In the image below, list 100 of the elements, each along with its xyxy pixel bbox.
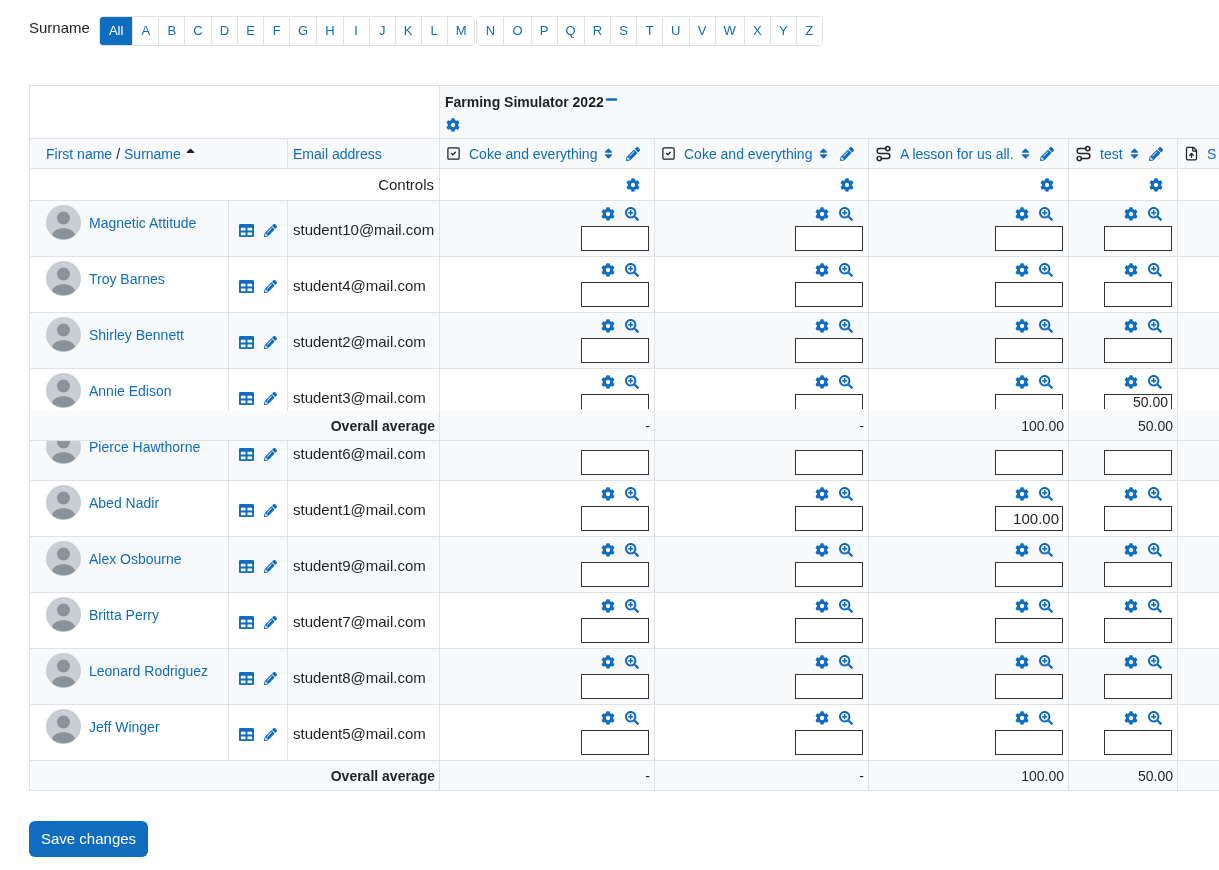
settings-icon[interactable] [815,711,829,725]
zoom-in-icon[interactable] [839,263,853,277]
grade-input[interactable]: 50.00 [1104,394,1172,409]
settings-icon[interactable] [446,118,460,132]
edit-icon[interactable] [264,727,277,741]
grades-table-icon[interactable] [239,726,254,742]
zoom-in-icon[interactable] [839,487,853,501]
grade-input[interactable] [581,394,649,409]
settings-icon[interactable] [626,177,640,192]
edit-icon[interactable] [264,391,277,405]
grade-input[interactable] [1104,618,1172,643]
grade-input[interactable] [795,506,863,531]
grade-input[interactable] [795,282,863,307]
email-sort-link[interactable]: Email address [293,143,382,164]
settings-icon[interactable] [1015,207,1029,221]
settings-icon[interactable] [1124,599,1138,613]
settings-icon[interactable] [1015,655,1029,669]
grade-input[interactable] [581,226,649,251]
grade-input[interactable] [995,394,1063,409]
grade-input[interactable] [995,730,1063,755]
grade-input[interactable] [995,450,1063,475]
edit-icon[interactable] [264,335,277,349]
grade-input[interactable] [1104,282,1172,307]
grade-input[interactable] [795,394,863,409]
zoom-in-icon[interactable] [839,655,853,669]
settings-icon[interactable] [601,543,615,557]
settings-icon[interactable] [1015,263,1029,277]
grade-input[interactable]: 100.00 [995,506,1063,531]
settings-icon[interactable] [1149,177,1163,192]
student-name-link[interactable]: Abed Nadir [89,493,160,513]
settings-icon[interactable] [815,543,829,557]
grades-table-icon[interactable] [239,278,254,294]
zoom-in-icon[interactable] [1039,263,1053,277]
grade-input[interactable] [1104,730,1172,755]
zoom-in-icon[interactable] [1148,263,1162,277]
settings-icon[interactable] [840,177,854,192]
settings-icon[interactable] [1124,655,1138,669]
zoom-in-icon[interactable] [1148,207,1162,221]
zoom-in-icon[interactable] [625,375,639,389]
first-name-sort-link[interactable]: First name [46,143,113,164]
settings-icon[interactable] [1015,711,1029,725]
grade-input[interactable] [581,450,649,475]
grade-item-link[interactable]: A lesson for us all. [900,143,1014,164]
zoom-in-icon[interactable] [625,655,639,669]
edit-icon[interactable] [840,146,854,161]
zoom-in-icon[interactable] [839,599,853,613]
settings-icon[interactable] [815,487,829,501]
grades-table-icon[interactable] [239,502,254,518]
settings-icon[interactable] [1124,207,1138,221]
zoom-in-icon[interactable] [1039,599,1053,613]
zoom-in-icon[interactable] [839,319,853,333]
grade-input[interactable] [795,226,863,251]
grade-item-link[interactable]: test [1100,143,1123,164]
settings-icon[interactable] [601,207,615,221]
grade-input[interactable] [1104,450,1172,475]
edit-icon[interactable] [264,671,277,685]
settings-icon[interactable] [815,655,829,669]
grade-input[interactable] [995,338,1063,363]
zoom-in-icon[interactable] [839,711,853,725]
grade-item-link[interactable]: Coke and everything [684,143,813,164]
grade-input[interactable] [1104,506,1172,531]
settings-icon[interactable] [601,319,615,333]
settings-icon[interactable] [601,711,615,725]
zoom-in-icon[interactable] [839,543,853,557]
zoom-in-icon[interactable] [1148,375,1162,389]
grade-input[interactable] [581,282,649,307]
grades-table-icon[interactable] [239,614,254,630]
grade-input[interactable] [581,562,649,587]
grade-input[interactable] [795,450,863,475]
zoom-in-icon[interactable] [625,599,639,613]
grade-item-link[interactable]: S [1207,143,1217,164]
settings-icon[interactable] [601,263,615,277]
zoom-in-icon[interactable] [1148,543,1162,557]
grade-input[interactable] [795,562,863,587]
settings-icon[interactable] [1015,543,1029,557]
zoom-in-icon[interactable] [625,487,639,501]
edit-icon[interactable] [264,223,277,237]
grade-input[interactable] [995,282,1063,307]
grade-input[interactable] [795,618,863,643]
edit-icon[interactable] [264,559,277,573]
grade-item-link[interactable]: Coke and everything [469,143,598,164]
grade-input[interactable] [581,730,649,755]
settings-icon[interactable] [1124,375,1138,389]
zoom-in-icon[interactable] [1039,711,1053,725]
grade-input[interactable] [581,674,649,699]
grade-input[interactable] [795,674,863,699]
grade-input[interactable] [795,338,863,363]
edit-icon[interactable] [264,503,277,517]
grade-input[interactable] [581,506,649,531]
settings-icon[interactable] [601,599,615,613]
letter-filter-button[interactable]: All [99,17,133,45]
student-name-link[interactable]: Jeff Winger [89,717,160,737]
zoom-in-icon[interactable] [1148,599,1162,613]
grade-input[interactable] [581,338,649,363]
settings-icon[interactable] [815,599,829,613]
settings-icon[interactable] [1015,375,1029,389]
zoom-in-icon[interactable] [625,711,639,725]
grade-input[interactable] [995,226,1063,251]
settings-icon[interactable] [1124,319,1138,333]
save-changes-button[interactable]: Save changes [29,821,149,857]
